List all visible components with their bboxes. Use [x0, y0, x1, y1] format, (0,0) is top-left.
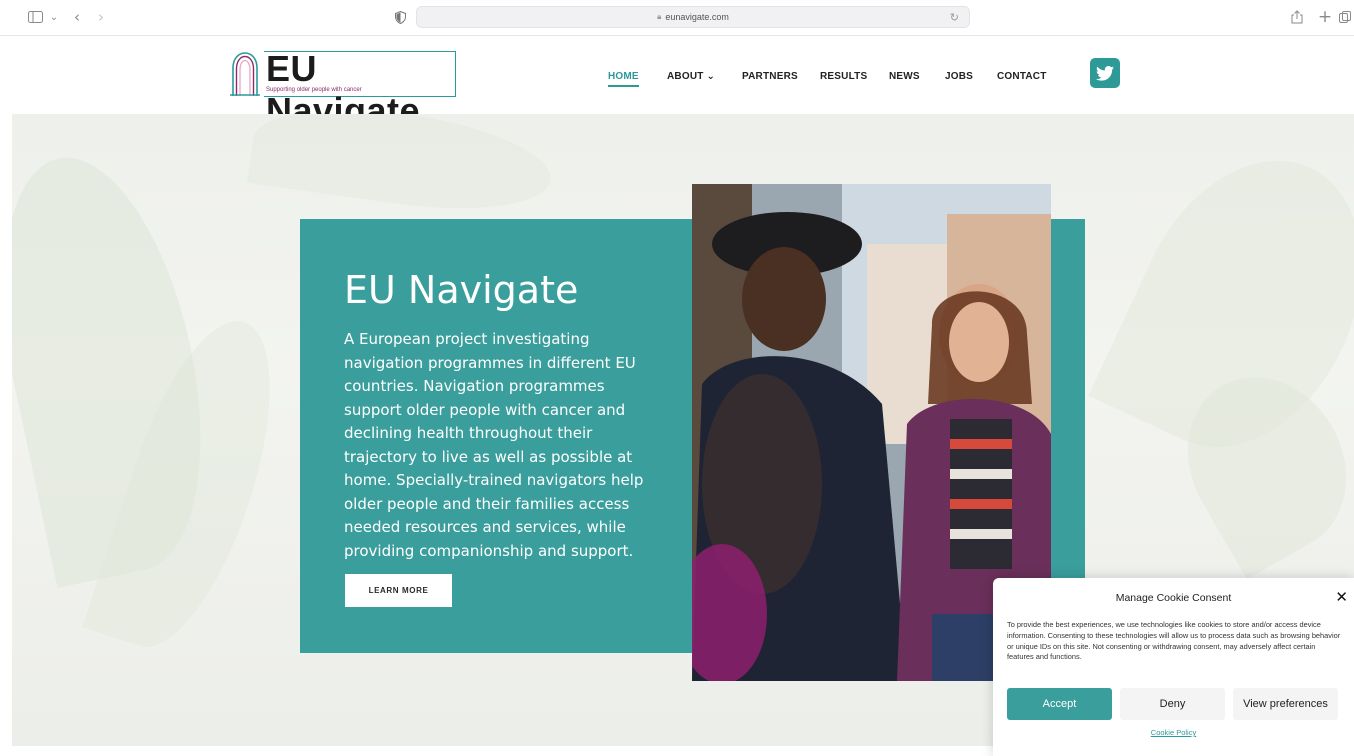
logo-arch-icon	[230, 52, 260, 96]
twitter-icon[interactable]	[1090, 58, 1120, 88]
lock-icon: 🔒︎	[657, 12, 662, 21]
site-logo[interactable]: EU Navigate Supporting older people with…	[230, 48, 458, 131]
nav-contact[interactable]: CONTACT	[997, 71, 1047, 87]
sidebar-toggle-icon[interactable]	[26, 6, 44, 28]
logo-tagline: Supporting older people with cancer	[266, 87, 362, 93]
reload-icon[interactable]: ↻	[950, 11, 959, 24]
cookie-description: To provide the best experiences, we use …	[1007, 620, 1341, 662]
tab-overview-icon[interactable]	[1338, 6, 1352, 28]
cookie-policy-link[interactable]: Cookie Policy	[993, 728, 1354, 737]
nav-news[interactable]: NEWS	[889, 71, 920, 87]
chevron-down-icon[interactable]: ⌄	[48, 6, 60, 28]
nav-jobs[interactable]: JOBS	[945, 71, 973, 87]
hero-description: A European project investigating navigat…	[344, 330, 644, 560]
nav-about[interactable]: ABOUT ⌄	[667, 71, 715, 87]
address-bar[interactable]: 🔒︎ eunavigate.com ↻	[416, 6, 970, 28]
deny-button[interactable]: Deny	[1120, 688, 1225, 720]
share-icon[interactable]	[1290, 6, 1304, 28]
cookie-consent-dialog: Manage Cookie Consent ✕ To provide the b…	[993, 578, 1354, 756]
url-text: eunavigate.com	[665, 12, 729, 22]
accept-button[interactable]: Accept	[1007, 688, 1112, 720]
browser-toolbar: ⌄ ‹ › 🔒︎ eunavigate.com ↻ +	[0, 0, 1354, 36]
hero-title: EU Navigate	[344, 268, 579, 312]
view-preferences-button[interactable]: View preferences	[1233, 688, 1338, 720]
nav-results[interactable]: RESULTS	[820, 71, 867, 87]
nav-home[interactable]: HOME	[608, 71, 639, 87]
new-tab-icon[interactable]: +	[1318, 6, 1332, 28]
plant-decoration	[247, 114, 557, 225]
close-icon[interactable]: ✕	[1335, 588, 1348, 606]
back-arrow-icon[interactable]: ‹	[70, 6, 84, 28]
privacy-shield-icon[interactable]	[392, 6, 408, 28]
cookie-title: Manage Cookie Consent	[1115, 592, 1232, 604]
nav-partners[interactable]: PARTNERS	[742, 71, 798, 87]
forward-arrow-icon[interactable]: ›	[94, 6, 108, 28]
learn-more-button[interactable]: LEARN MORE	[345, 574, 452, 607]
site-header: EU Navigate Supporting older people with…	[0, 36, 1354, 131]
